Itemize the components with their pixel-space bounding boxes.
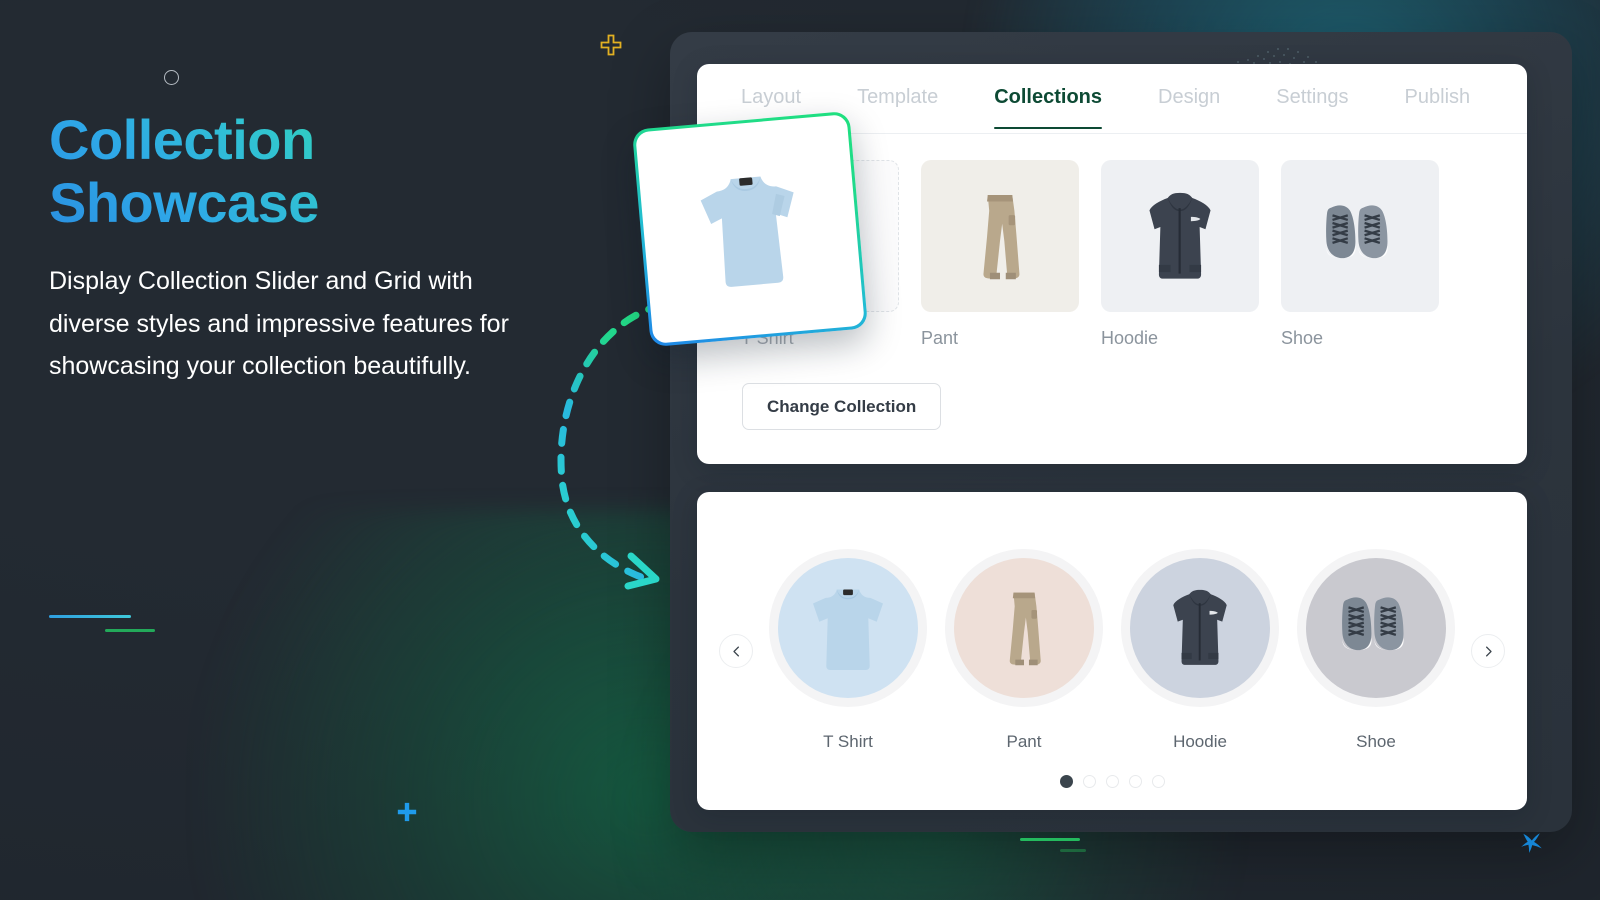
- slider-thumbnail: [954, 558, 1094, 698]
- chevron-left-icon: [732, 646, 739, 656]
- slider-thumbnail: [1306, 558, 1446, 698]
- tshirt-image: [700, 176, 794, 287]
- hoodie-image: [1149, 192, 1211, 279]
- slider-item-label: Hoodie: [1173, 732, 1227, 751]
- tab-template[interactable]: Template: [857, 86, 938, 128]
- hero-section: Collection Showcase Display Collection S…: [49, 108, 609, 388]
- pagination-dot[interactable]: [1059, 775, 1073, 788]
- slider-thumbnail: [778, 558, 918, 698]
- slider-prev-button[interactable]: [719, 634, 753, 668]
- decorative-line: [49, 615, 131, 618]
- dragged-collection-card[interactable]: [631, 110, 869, 348]
- slider-item-hoodie[interactable]: Hoodie: [1130, 558, 1270, 752]
- slider-item-shoe[interactable]: Shoe: [1306, 558, 1446, 752]
- pant-image: [1009, 592, 1041, 666]
- plus-icon: [396, 801, 418, 823]
- decorative-line: [105, 629, 155, 632]
- grid-item-hoodie[interactable]: Hoodie: [1101, 160, 1259, 349]
- dragged-card-content: [634, 113, 866, 345]
- slider-item-tshirt[interactable]: T Shirt: [778, 558, 918, 752]
- slider-item-label: T Shirt: [823, 732, 873, 751]
- grid-item-shoe[interactable]: Shoe: [1281, 160, 1439, 349]
- page-title-line-1: Collection: [49, 108, 315, 171]
- decorative-line: [1060, 849, 1086, 852]
- slider-track: T Shirt Pant Hoodie Shoe: [778, 558, 1446, 752]
- grid-item-pant[interactable]: Pant: [921, 160, 1079, 349]
- tab-design[interactable]: Design: [1158, 86, 1220, 128]
- grid-item-label: Pant: [921, 328, 959, 348]
- pant-image: [983, 194, 1020, 280]
- tab-collections[interactable]: Collections: [994, 86, 1102, 129]
- sparkle-x-icon: [1519, 830, 1545, 856]
- product-thumbnail: [921, 160, 1079, 312]
- decorative-line: [1020, 838, 1080, 841]
- slider-item-label: Shoe: [1356, 732, 1396, 751]
- circle-outline-icon: [164, 70, 179, 85]
- slider-item-label: Pant: [1006, 732, 1042, 751]
- chevron-right-icon: [1485, 646, 1492, 656]
- collection-slider: T Shirt Pant Hoodie Shoe: [697, 492, 1527, 810]
- shoe-image: [1326, 205, 1388, 259]
- grid-item-label: Hoodie: [1101, 328, 1159, 348]
- plus-icon: [599, 33, 623, 57]
- tab-settings[interactable]: Settings: [1276, 86, 1348, 128]
- product-thumbnail: [1101, 160, 1259, 312]
- slider-item-pant[interactable]: Pant: [954, 558, 1094, 752]
- slider-next-button[interactable]: [1471, 634, 1505, 668]
- hero-description: Display Collection Slider and Grid with …: [49, 267, 509, 380]
- product-thumbnail: [1281, 160, 1439, 312]
- pagination-dot[interactable]: [1105, 775, 1119, 788]
- pagination-dot[interactable]: [1128, 775, 1142, 788]
- hoodie-image: [1173, 589, 1227, 665]
- shoe-image: [1342, 597, 1404, 651]
- page-title: Collection Showcase: [49, 108, 609, 234]
- grid-item-label: Shoe: [1281, 328, 1324, 348]
- slider-pagination: [697, 775, 1527, 788]
- slider-thumbnail: [1130, 558, 1270, 698]
- page-title-line-2: Showcase: [49, 171, 319, 234]
- pagination-dot[interactable]: [1082, 775, 1096, 788]
- tab-publish[interactable]: Publish: [1405, 86, 1471, 128]
- tshirt-image: [813, 589, 883, 670]
- pagination-dot[interactable]: [1151, 775, 1165, 788]
- change-collection-button[interactable]: Change Collection: [742, 383, 942, 430]
- collection-slider-panel: T Shirt Pant Hoodie Shoe: [697, 492, 1527, 810]
